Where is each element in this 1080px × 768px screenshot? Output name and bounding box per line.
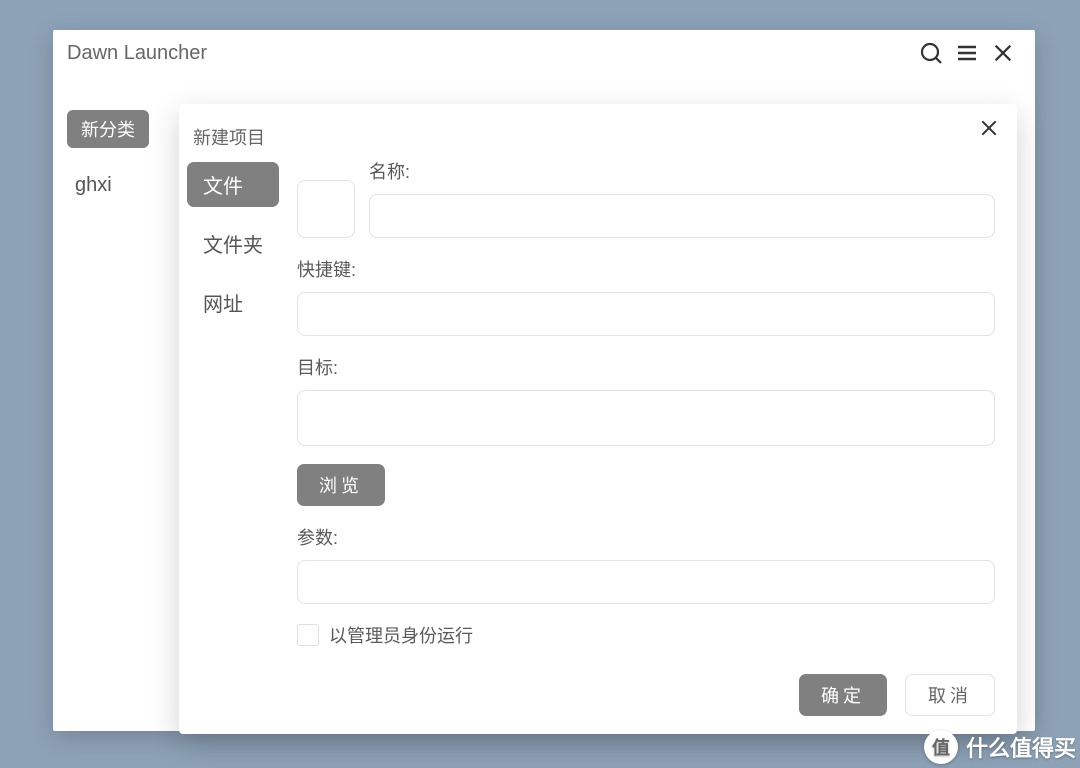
tab-file[interactable]: 文件 (187, 162, 279, 207)
tab-url[interactable]: 网址 (187, 280, 279, 325)
dialog-title: 新建项目 (179, 118, 297, 162)
sidebar-item-ghxi[interactable]: ghxi (67, 170, 149, 201)
menu-icon[interactable] (949, 35, 985, 71)
target-input[interactable] (297, 390, 995, 446)
params-input[interactable] (297, 560, 995, 604)
category-sidebar: 新分类 ghxi (67, 110, 149, 201)
run-as-admin-row[interactable]: 以管理员身份运行 (297, 622, 995, 648)
dialog-close-icon[interactable] (975, 114, 1003, 142)
tab-folder[interactable]: 文件夹 (187, 221, 279, 266)
name-input[interactable] (369, 194, 995, 238)
shortcut-input[interactable] (297, 292, 995, 336)
app-title: Dawn Launcher (67, 42, 207, 65)
title-bar: Dawn Launcher (53, 30, 1035, 76)
run-as-admin-label: 以管理员身份运行 (329, 622, 473, 648)
watermark-text: 什么值得买 (966, 731, 1076, 763)
name-label: 名称: (369, 158, 995, 184)
browse-button[interactable]: 浏览 (297, 464, 385, 506)
run-as-admin-checkbox[interactable] (297, 624, 319, 646)
new-item-dialog: 新建项目 文件 文件夹 网址 名称: 快捷键: (179, 104, 1017, 734)
params-label: 参数: (297, 524, 995, 550)
close-icon[interactable] (985, 35, 1021, 71)
cancel-button[interactable]: 取消 (905, 674, 995, 716)
watermark-badge: 值 (924, 730, 958, 764)
main-window: Dawn Launcher 新分类 ghxi 新建项目 文件 文件夹 (53, 30, 1035, 731)
target-label: 目标: (297, 354, 995, 380)
new-category-chip[interactable]: 新分类 (67, 110, 149, 148)
item-icon-slot[interactable] (297, 180, 355, 238)
watermark: 值 什么值得买 (924, 730, 1076, 764)
ok-button[interactable]: 确定 (799, 674, 887, 716)
dialog-sidebar: 新建项目 文件 文件夹 网址 (179, 104, 297, 734)
shortcut-label: 快捷键: (297, 256, 995, 282)
dialog-body: 名称: 快捷键: 目标: 浏览 参数: 以管理员身份运行 (297, 104, 1017, 734)
search-icon[interactable] (913, 35, 949, 71)
